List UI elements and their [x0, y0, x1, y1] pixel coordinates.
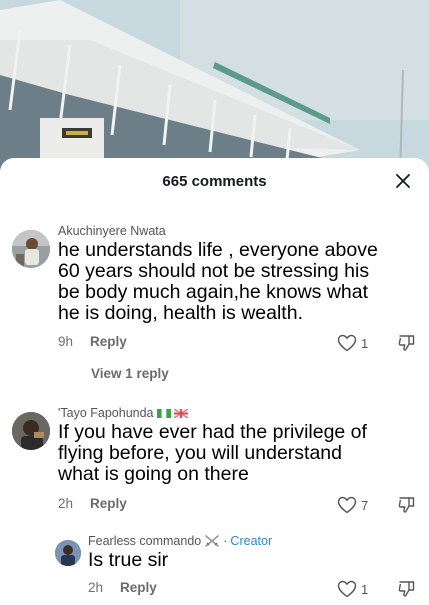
comment-author[interactable]: Akuchinyere Nwata	[58, 224, 378, 238]
view-replies-button[interactable]: View 1 reply	[91, 366, 169, 381]
dislike-button[interactable]	[398, 580, 415, 603]
like-button[interactable]: 1	[337, 334, 368, 352]
comment-text: he understands life , everyone above 60 …	[58, 239, 378, 325]
like-button[interactable]: 7	[337, 496, 368, 514]
heart-outline-icon	[337, 496, 357, 514]
comment-time: 9h	[58, 334, 74, 349]
nigeria-flag-icon	[156, 408, 171, 418]
airport-terminal-image	[0, 0, 429, 175]
thumbs-down-icon	[398, 335, 415, 351]
like-count: 1	[361, 581, 369, 597]
comment-meta: 2h Reply	[58, 496, 127, 511]
avatar-image	[12, 412, 50, 450]
avatar-image	[12, 230, 50, 268]
comments-header: 665 comments	[0, 158, 429, 204]
avatar-image	[55, 540, 81, 566]
comments-count: 665 comments	[162, 172, 267, 190]
reply-button[interactable]: Reply	[90, 496, 127, 511]
comments-sheet: 665 comments Akuchinyere Nwata he unders…	[0, 158, 429, 605]
comment-author[interactable]: 'Tayo Fapohunda	[58, 406, 367, 420]
heart-outline-icon	[337, 580, 357, 598]
thumbs-down-icon	[398, 497, 415, 513]
reply-button[interactable]: Reply	[120, 580, 157, 595]
dislike-button[interactable]	[398, 334, 415, 357]
close-icon	[396, 174, 410, 188]
dislike-button[interactable]	[398, 496, 415, 519]
uk-flag-icon	[173, 408, 188, 418]
close-button[interactable]	[391, 169, 415, 193]
like-button[interactable]: 1	[337, 580, 368, 598]
video-background	[0, 0, 429, 175]
comment-time: 2h	[58, 496, 74, 511]
heart-outline-icon	[337, 334, 357, 352]
reply-text: Is true sir	[88, 549, 169, 571]
crossed-swords-icon	[205, 535, 220, 547]
reply-time: 2h	[88, 580, 104, 595]
comment-text: If you have ever had the privilege of fl…	[58, 421, 367, 486]
comment-meta: 9h Reply	[58, 334, 127, 349]
reply-author[interactable]: Fearless commando · Creator	[88, 534, 272, 548]
like-count: 7	[361, 497, 369, 513]
reply-button[interactable]: Reply	[90, 334, 127, 349]
reply-meta: 2h Reply	[88, 580, 157, 595]
thumbs-down-icon	[398, 581, 415, 597]
like-count: 1	[361, 335, 369, 351]
avatar[interactable]	[12, 230, 50, 268]
avatar[interactable]	[12, 412, 50, 450]
creator-badge: Creator	[230, 534, 273, 548]
avatar[interactable]	[55, 540, 81, 566]
